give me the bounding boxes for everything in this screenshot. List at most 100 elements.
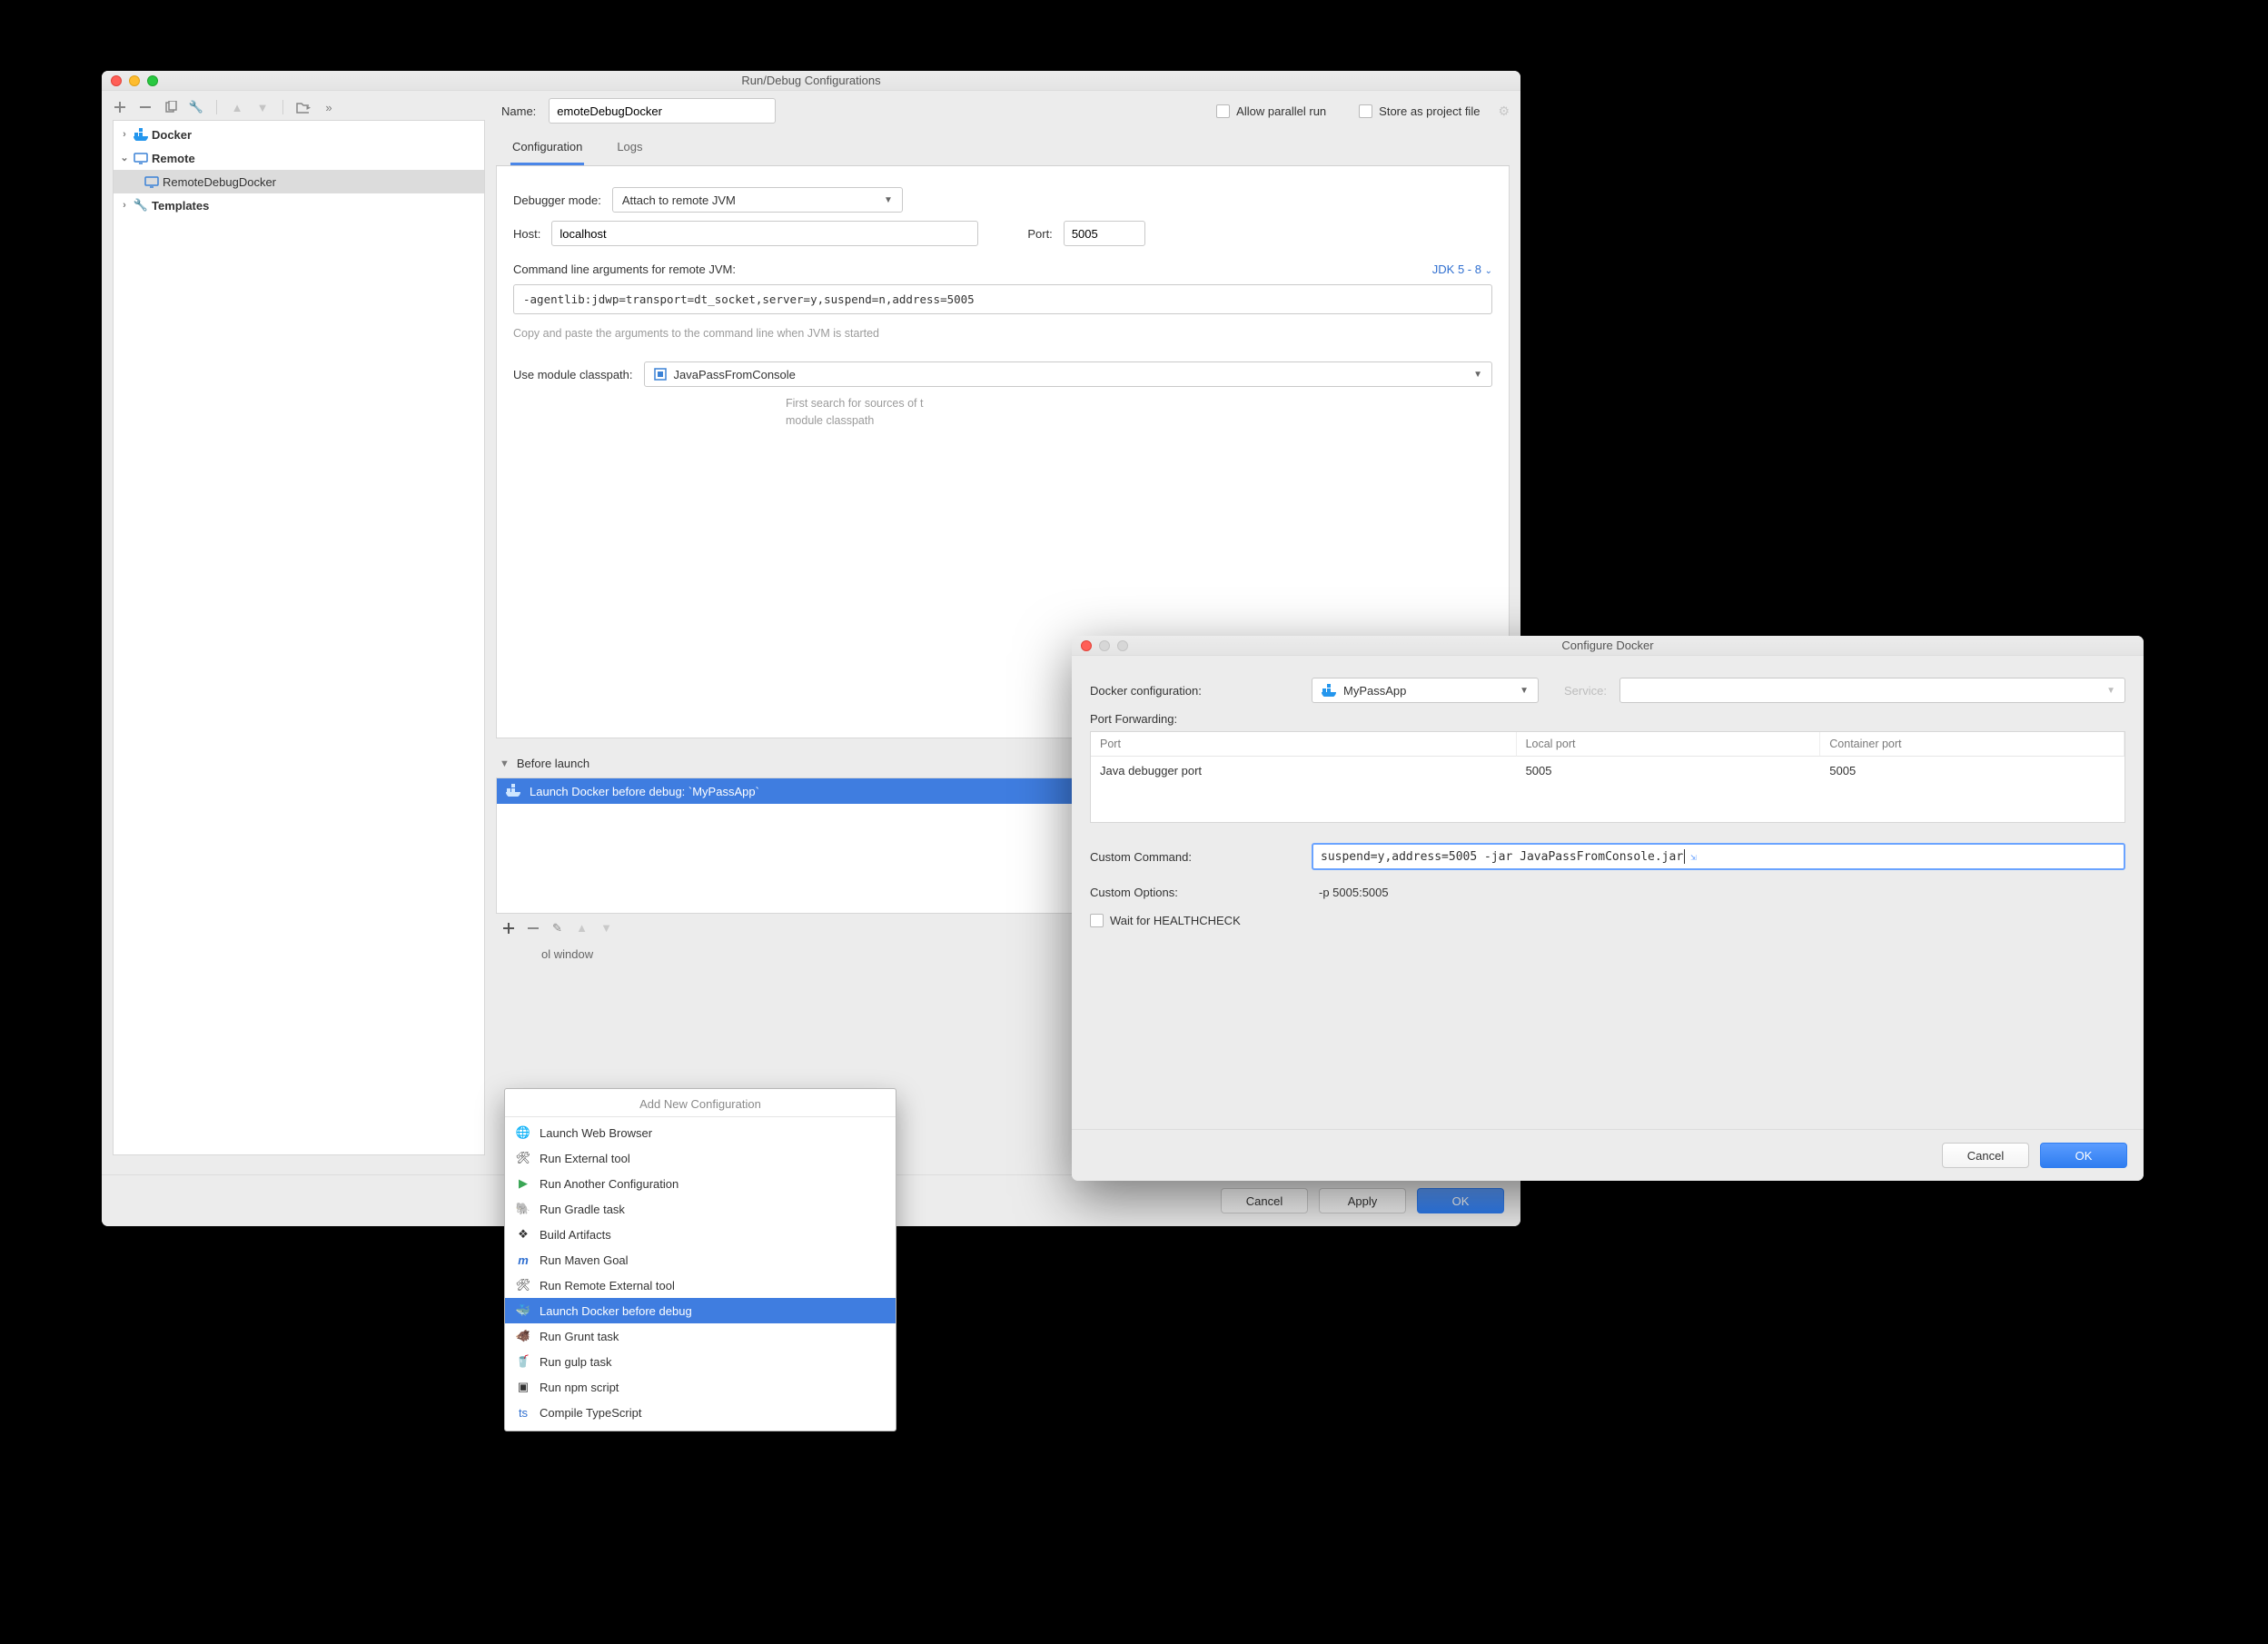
chevron-down-icon: ▼ (2106, 686, 2115, 696)
move-down-icon[interactable]: ▼ (599, 921, 613, 935)
popup-item[interactable]: tsCompile TypeScript (505, 1400, 896, 1425)
tree-label: Templates (152, 199, 209, 213)
minimize-icon[interactable] (129, 75, 140, 86)
port-input[interactable] (1064, 221, 1145, 246)
custom-options-label: Custom Options: (1090, 886, 1299, 899)
titlebar: Configure Docker (1072, 636, 2144, 656)
tree-node-remote-debug-docker[interactable]: RemoteDebugDocker (114, 170, 484, 193)
before-launch-item-label: Launch Docker before debug: `MyPassApp` (530, 785, 759, 798)
cancel-button[interactable]: Cancel (1221, 1188, 1308, 1213)
gear-icon[interactable]: ⚙ (1498, 104, 1510, 119)
tree-node-templates[interactable]: › 🔧 Templates (114, 193, 484, 217)
expand-all-icon[interactable]: » (322, 100, 336, 114)
col-port: Port (1091, 732, 1517, 757)
popup-item[interactable]: 🛠Run Remote External tool (505, 1273, 896, 1298)
wrench-icon[interactable]: 🔧 (189, 100, 203, 114)
table-row[interactable]: Java debugger port 5005 5005 (1091, 757, 2124, 785)
port-forwarding-table[interactable]: Port Local port Container port Java debu… (1090, 731, 2125, 823)
tree-label: RemoteDebugDocker (163, 175, 276, 189)
docker-icon (1322, 684, 1336, 697)
custom-command-input[interactable]: suspend=y,address=5005 -jar JavaPassFrom… (1312, 843, 2125, 870)
host-input[interactable] (551, 221, 978, 246)
popup-item-label: Run Remote External tool (540, 1279, 675, 1292)
config-tabs: Configuration Logs (496, 133, 1510, 166)
popup-item[interactable]: ▶ Run Another Configuration (505, 1171, 896, 1196)
popup-item[interactable]: 🐘Run Gradle task (505, 1196, 896, 1222)
wait-healthcheck-checkbox[interactable]: Wait for HEALTHCHECK (1090, 914, 1241, 927)
close-icon[interactable] (1081, 640, 1092, 651)
chevron-right-icon[interactable]: › (119, 200, 130, 211)
move-up-icon[interactable]: ▲ (575, 921, 589, 935)
chevron-down-icon: ▼ (884, 195, 893, 205)
table-header: Port Local port Container port (1091, 732, 2124, 757)
popup-item[interactable]: 🛠Run External tool (505, 1145, 896, 1171)
popup-title: Add New Configuration (505, 1093, 896, 1117)
move-up-icon[interactable]: ▲ (230, 100, 244, 114)
custom-command-label: Custom Command: (1090, 850, 1299, 864)
popup-item-icon: m (516, 1253, 530, 1267)
popup-item[interactable]: 🐗Run Grunt task (505, 1323, 896, 1349)
popup-item-icon: ❖ (516, 1227, 530, 1242)
cancel-button[interactable]: Cancel (1942, 1143, 2029, 1168)
ok-button[interactable]: OK (2040, 1143, 2127, 1168)
add-config-popup: Add New Configuration 🌐Launch Web Browse… (504, 1088, 896, 1431)
close-icon[interactable] (111, 75, 122, 86)
col-container-port: Container port (1820, 732, 2124, 757)
cli-args-value[interactable]: -agentlib:jdwp=transport=dt_socket,serve… (513, 284, 1492, 314)
name-input[interactable] (549, 98, 776, 124)
host-label: Host: (513, 227, 540, 241)
popup-item-label: Run Maven Goal (540, 1253, 629, 1267)
maximize-icon[interactable] (147, 75, 158, 86)
tree-node-remote[interactable]: ⌄ Remote (114, 146, 484, 170)
tree-node-docker[interactable]: › Docker (114, 123, 484, 146)
select-value: MyPassApp (1343, 684, 1406, 698)
wrench-icon: 🔧 (134, 198, 148, 213)
cli-hint: Copy and paste the arguments to the comm… (513, 327, 1492, 340)
select-value: JavaPassFromConsole (674, 368, 796, 381)
popup-item-icon: ts (516, 1405, 530, 1420)
allow-parallel-checkbox[interactable]: Allow parallel run (1216, 104, 1326, 118)
tab-configuration[interactable]: Configuration (510, 133, 584, 165)
module-classpath-label: Use module classpath: (513, 368, 633, 381)
titlebar: Run/Debug Configurations (102, 71, 1520, 91)
module-classpath-select[interactable]: JavaPassFromConsole ▼ (644, 361, 1492, 387)
popup-item[interactable]: m Run Maven Goal (505, 1247, 896, 1273)
popup-item[interactable]: 🌐Launch Web Browser (505, 1120, 896, 1145)
popup-item[interactable]: ▣Run npm script (505, 1374, 896, 1400)
tab-logs[interactable]: Logs (615, 133, 644, 165)
port-forwarding-label: Port Forwarding: (1090, 712, 2125, 726)
popup-item-label: Build Artifacts (540, 1228, 611, 1242)
add-icon[interactable] (501, 921, 515, 935)
popup-item-icon: 🥤 (516, 1354, 530, 1369)
add-icon[interactable] (113, 100, 127, 114)
debugger-mode-select[interactable]: Attach to remote JVM ▼ (612, 187, 903, 213)
popup-item[interactable]: 🥤Run gulp task (505, 1349, 896, 1374)
popup-item-icon: ▶ (516, 1176, 530, 1191)
expand-icon[interactable]: ⇲ (1690, 851, 1697, 863)
move-down-icon[interactable]: ▼ (255, 100, 270, 114)
service-select: ▼ (1619, 678, 2125, 703)
ok-button[interactable]: OK (1417, 1188, 1504, 1213)
popup-item[interactable]: ❖ Build Artifacts (505, 1222, 896, 1247)
custom-options-input[interactable]: -p 5005:5005 (1312, 879, 2125, 905)
checkbox-icon (1216, 104, 1230, 118)
chevron-right-icon[interactable]: › (119, 129, 130, 140)
popup-item-label: Run External tool (540, 1152, 630, 1165)
checkbox-label: Wait for HEALTHCHECK (1110, 914, 1241, 927)
remove-icon[interactable] (526, 921, 540, 935)
popup-item-label: Run Gradle task (540, 1203, 625, 1216)
jdk-selector[interactable]: JDK 5 - 8 ⌄ (1432, 262, 1492, 276)
popup-item-icon: ▣ (516, 1380, 530, 1394)
remove-icon[interactable] (138, 100, 153, 114)
docker-config-select[interactable]: MyPassApp ▼ (1312, 678, 1539, 703)
apply-button[interactable]: Apply (1319, 1188, 1406, 1213)
chevron-down-icon[interactable]: ⌄ (119, 152, 130, 163)
config-tree[interactable]: › Docker ⌄ Remote RemoteDebugDocker › 🔧 … (113, 120, 485, 1155)
popup-item-label: Run Another Configuration (540, 1177, 678, 1191)
store-project-checkbox[interactable]: Store as project file (1359, 104, 1480, 118)
popup-item-label: Launch Docker before debug (540, 1304, 692, 1318)
popup-item[interactable]: 🐳Launch Docker before debug (505, 1298, 896, 1323)
copy-icon[interactable] (163, 100, 178, 114)
folder-icon[interactable]: ▸ (296, 100, 311, 114)
edit-icon[interactable]: ✎ (550, 921, 564, 935)
